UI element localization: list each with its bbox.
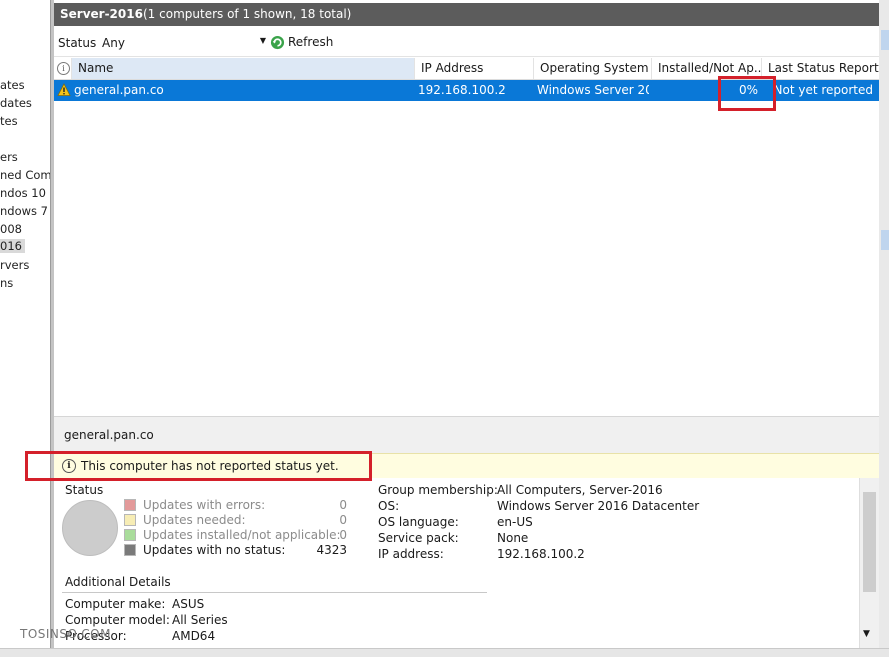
status-filter-value: Any (102, 36, 125, 50)
status-filter-dropdown[interactable]: Any ▼ (96, 33, 266, 51)
edge-tab[interactable] (881, 30, 889, 50)
legend-value: 0 (339, 528, 347, 542)
column-header-info[interactable]: i (54, 58, 72, 79)
legend-label: Updates installed/not applicable: (143, 528, 341, 542)
property-key: OS: (378, 499, 400, 513)
tree-item[interactable]: ndows 7 (0, 204, 48, 218)
tree-item[interactable]: rvers (0, 258, 29, 272)
legend-value: 0 (339, 513, 347, 527)
divider (62, 592, 487, 593)
legend-label: Updates with errors: (143, 498, 266, 512)
legend-swatch (124, 499, 136, 511)
legend-swatch (124, 514, 136, 526)
property-value: Windows Server 2016 Datacenter (497, 499, 700, 513)
property-value: None (497, 531, 529, 545)
legend-swatch (124, 544, 136, 556)
status-pie-chart (62, 500, 118, 556)
tree-item[interactable]: ers (0, 150, 18, 164)
chevron-down-icon[interactable]: ▼ (863, 629, 870, 639)
additional-value: All Series (172, 613, 228, 627)
details-panel: Status Updates with errors: 0 Updates ne… (54, 478, 859, 648)
highlight-box-notice (25, 451, 372, 481)
refresh-icon (270, 35, 285, 49)
status-section-title: Status (65, 483, 104, 497)
refresh-button[interactable]: Refresh (270, 32, 333, 52)
warning-icon (57, 83, 71, 96)
column-header-os[interactable]: Operating System (534, 58, 652, 79)
cell-name: general.pan.co (74, 83, 164, 97)
property-key: Group membership: (378, 483, 498, 497)
highlight-box-installed (718, 76, 776, 111)
column-header-name[interactable]: Name (72, 58, 415, 79)
view-title: Server-2016 (60, 7, 143, 21)
tree-item[interactable]: tes (0, 114, 18, 128)
legend-value: 4323 (316, 543, 347, 557)
property-value: 192.168.100.2 (497, 547, 585, 561)
cell-last-status: Not yet reported (773, 83, 874, 97)
property-value: en-US (497, 515, 533, 529)
scrollbar-thumb[interactable] (863, 492, 876, 592)
cell-ip: 192.168.100.2 (418, 83, 506, 97)
property-key: IP address: (378, 547, 444, 561)
tree-item[interactable]: ndos 10 (0, 186, 46, 200)
watermark: TOSINSO.COM (20, 627, 111, 641)
additional-value: AMD64 (172, 629, 216, 643)
legend-label: Updates with no status: (143, 543, 286, 557)
computer-count: (1 computers of 1 shown, 18 total) (143, 7, 352, 21)
info-icon: i (57, 62, 70, 75)
column-header-last-status[interactable]: Last Status Report (762, 58, 879, 79)
toolbar: Status: Any ▼ Refresh (54, 28, 879, 57)
tree-item-selected[interactable]: 016 (0, 239, 25, 253)
status-filter-label: Status: (58, 36, 101, 50)
tree-item[interactable]: ns (0, 276, 13, 290)
refresh-label: Refresh (288, 35, 334, 49)
chevron-down-icon: ▼ (259, 36, 266, 45)
property-key: Service pack: (378, 531, 459, 545)
property-value: All Computers, Server-2016 (497, 483, 663, 497)
additional-details-title: Additional Details (65, 575, 171, 589)
details-computer-name: general.pan.co (64, 428, 154, 442)
additional-key: Computer make: (65, 597, 166, 611)
additional-value: ASUS (172, 597, 205, 611)
navigation-tree: ates dates tes ers ned Comp ndos 10 ndow… (0, 0, 51, 648)
edge-tab[interactable] (881, 230, 889, 250)
tree-item[interactable]: dates (0, 96, 32, 110)
legend-value: 0 (339, 498, 347, 512)
tree-item[interactable]: 008 (0, 222, 22, 236)
tree-item[interactable]: ates (0, 78, 25, 92)
grid-empty-area (54, 101, 879, 416)
tree-item[interactable]: ned Comp (0, 168, 50, 182)
adjacent-pane-edge (879, 0, 889, 648)
additional-key: Computer model: (65, 613, 170, 627)
details-scrollbar[interactable]: ▼ (859, 478, 880, 648)
property-key: OS language: (378, 515, 459, 529)
legend-swatch (124, 529, 136, 541)
view-title-bar: Server-2016 (1 computers of 1 shown, 18 … (54, 3, 879, 26)
cell-os: Windows Server 20... (537, 83, 649, 97)
legend-label: Updates needed: (143, 513, 246, 527)
column-header-ip[interactable]: IP Address (415, 58, 534, 79)
details-header: general.pan.co (54, 416, 879, 453)
